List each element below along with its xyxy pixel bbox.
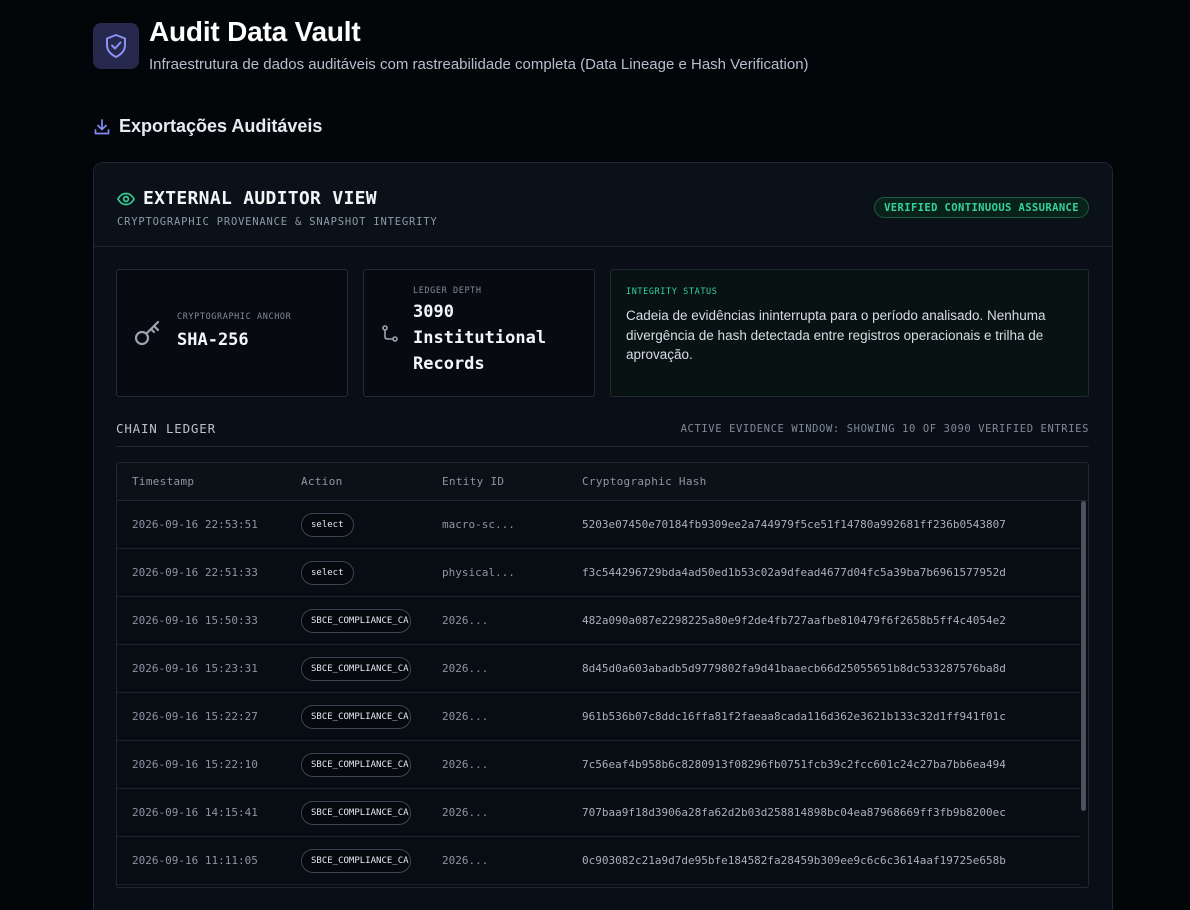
table-row[interactable]: 2026-09-16 11:11:05 SBCE_COMPLIANCE_CA 2… — [117, 837, 1080, 885]
action-pill: SBCE_COMPLIANCE_CA — [301, 753, 411, 777]
auditor-view-card: EXTERNAL AUDITOR VIEW CRYPTOGRAPHIC PROV… — [93, 162, 1113, 910]
key-icon — [134, 320, 160, 346]
card-header: EXTERNAL AUDITOR VIEW CRYPTOGRAPHIC PROV… — [94, 163, 1112, 247]
row-hash: f3c544296729bda4ad50ed1b53c02a9dfead4677… — [582, 566, 1006, 579]
view-title: EXTERNAL AUDITOR VIEW — [143, 188, 377, 209]
table-row[interactable]: 2026-09-16 14:15:41 SBCE_COMPLIANCE_CA 2… — [117, 789, 1080, 837]
action-pill: SBCE_COMPLIANCE_CA — [301, 801, 411, 825]
integrity-status-card: INTEGRITY STATUS Cadeia de evidências in… — [610, 269, 1089, 397]
view-title-row: EXTERNAL AUDITOR VIEW — [117, 188, 377, 209]
row-timestamp: 2026-09-16 15:23:31 — [132, 662, 258, 675]
column-header-entity: Entity ID — [442, 475, 505, 488]
row-timestamp: 2026-09-16 14:15:41 — [132, 806, 258, 819]
table-row[interactable]: 2026-09-16 15:23:31 SBCE_COMPLIANCE_CA 2… — [117, 645, 1080, 693]
row-entity-id: 2026... — [442, 614, 489, 627]
row-entity-id: 2026... — [442, 854, 489, 867]
page-header: Audit Data Vault Infraestrutura de dados… — [93, 17, 809, 73]
ledger-meta: ACTIVE EVIDENCE WINDOW: SHOWING 10 OF 30… — [680, 423, 1089, 435]
table-scrollbar[interactable] — [1081, 501, 1086, 811]
action-pill: select — [301, 561, 354, 585]
row-entity-id: 2026... — [442, 806, 489, 819]
integrity-text: Cadeia de evidências ininterrupta para o… — [626, 308, 1046, 362]
anchor-stat-card: CRYPTOGRAPHIC ANCHOR SHA-256 — [116, 269, 348, 397]
eye-icon — [117, 192, 135, 205]
action-pill: SBCE_COMPLIANCE_CA — [301, 705, 411, 729]
row-timestamp: 2026-09-16 11:11:05 — [132, 854, 258, 867]
action-pill: SBCE_COMPLIANCE_CA — [301, 849, 411, 873]
action-pill: select — [301, 513, 354, 537]
row-timestamp: 2026-09-16 15:22:10 — [132, 758, 258, 771]
table-row[interactable]: 2026-09-16 22:53:51 select macro-sc... 5… — [117, 501, 1080, 549]
column-header-action: Action — [301, 475, 343, 488]
app-title: Audit Data Vault — [149, 16, 361, 47]
row-entity-id: 2026... — [442, 710, 489, 723]
section-heading: Exportações Auditáveis — [93, 116, 322, 137]
action-pill: SBCE_COMPLIANCE_CA — [301, 609, 411, 633]
row-entity-id: 2026... — [442, 662, 489, 675]
ledger-title: CHAIN LEDGER — [116, 421, 216, 436]
row-timestamp: 2026-09-16 15:22:27 — [132, 710, 258, 723]
view-subtitle: CRYPTOGRAPHIC PROVENANCE & SNAPSHOT INTE… — [117, 216, 438, 228]
row-timestamp: 2026-09-16 15:50:33 — [132, 614, 258, 627]
table-row[interactable]: 2026-09-16 15:22:10 SBCE_COMPLIANCE_CA 2… — [117, 741, 1080, 789]
table-row[interactable]: 2026-09-16 15:50:33 SBCE_COMPLIANCE_CA 2… — [117, 597, 1080, 645]
column-header-timestamp: Timestamp — [132, 475, 195, 488]
row-hash: 707baa9f18d3906a28fa62d2b03d258814898bc0… — [582, 806, 1006, 819]
app-logo — [93, 23, 139, 69]
depth-value: 3090 Institutional Records — [413, 302, 547, 374]
row-entity-id: 2026... — [442, 758, 489, 771]
shield-check-icon — [106, 34, 126, 58]
ledger-table: Timestamp Action Entity ID Cryptographic… — [116, 462, 1089, 888]
app-subtitle: Infraestrutura de dados auditáveis com r… — [149, 56, 809, 73]
row-hash: 5203e07450e70184fb9309ee2a744979f5ce51f1… — [582, 518, 1006, 531]
row-entity-id: macro-sc... — [442, 518, 515, 531]
row-timestamp: 2026-09-16 22:53:51 — [132, 518, 258, 531]
section-title: Exportações Auditáveis — [119, 116, 323, 136]
row-hash: 961b536b07c8ddc16ffa81f2faeaa8cada116d36… — [582, 710, 1006, 723]
column-header-hash: Cryptographic Hash — [582, 475, 707, 488]
status-badge: VERIFIED CONTINUOUS ASSURANCE — [874, 197, 1089, 218]
table-row[interactable]: 2026-09-16 22:51:33 select physical... f… — [117, 549, 1080, 597]
row-hash: 482a090a087e2298225a80e9f2de4fb727aafbe8… — [582, 614, 1006, 627]
download-icon — [94, 118, 110, 134]
integrity-label: INTEGRITY STATUS — [626, 287, 718, 297]
depth-stat-card: LEDGER DEPTH 3090 Institutional Records — [363, 269, 595, 397]
anchor-label: CRYPTOGRAPHIC ANCHOR — [177, 312, 292, 322]
row-timestamp: 2026-09-16 22:51:33 — [132, 566, 258, 579]
row-entity-id: physical... — [442, 566, 515, 579]
row-hash: 0c903082c21a9d7de95bfe184582fa28459b309e… — [582, 854, 1006, 867]
depth-label: LEDGER DEPTH — [413, 286, 482, 296]
action-pill: SBCE_COMPLIANCE_CA — [301, 657, 411, 681]
row-hash: 8d45d0a603abadb5d9779802fa9d41baaecb66d2… — [582, 662, 1006, 675]
ledger-divider — [116, 446, 1089, 447]
git-branch-icon — [382, 325, 398, 342]
row-hash: 7c56eaf4b958b6c8280913f08296fb0751fcb39c… — [582, 758, 1006, 771]
table-header: Timestamp Action Entity ID Cryptographic… — [117, 463, 1088, 501]
table-row[interactable]: 2026-09-16 15:22:27 SBCE_COMPLIANCE_CA 2… — [117, 693, 1080, 741]
anchor-value: SHA-256 — [177, 330, 249, 350]
